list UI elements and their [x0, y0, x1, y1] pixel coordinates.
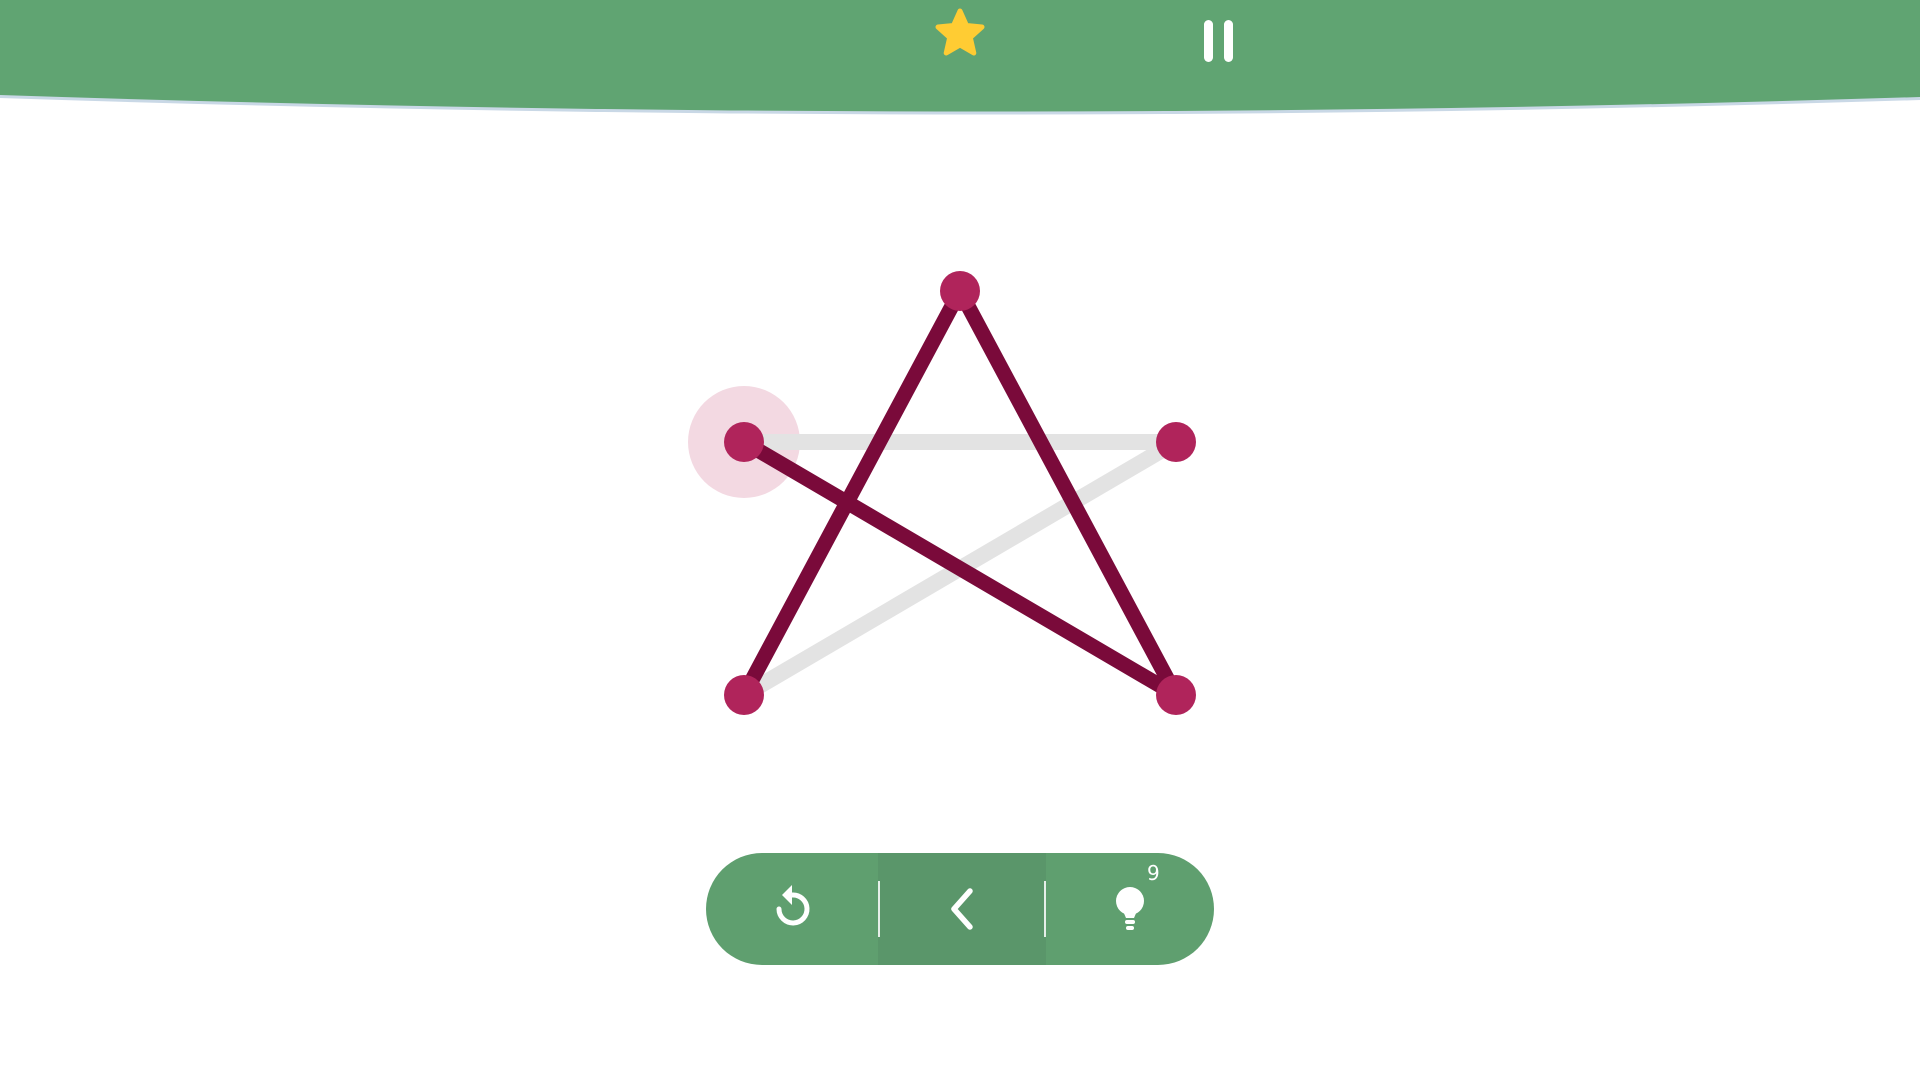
hint-button[interactable]: 9 — [1046, 853, 1214, 965]
node-upper-left[interactable] — [724, 422, 764, 462]
node-upper-right[interactable] — [1156, 422, 1196, 462]
bottom-toolbar: 9 — [706, 853, 1214, 965]
game-screen: 9 — [0, 0, 1920, 1080]
restart-button[interactable] — [706, 853, 878, 965]
node-top[interactable] — [940, 271, 980, 311]
back-arrow-icon — [951, 888, 973, 930]
hint-count-badge: 9 — [1147, 861, 1160, 885]
node-lower-left[interactable] — [724, 675, 764, 715]
node-lower-right[interactable] — [1156, 675, 1196, 715]
toolbar-divider — [878, 881, 880, 937]
lightbulb-icon — [1116, 887, 1144, 930]
undo-button[interactable] — [878, 853, 1046, 965]
restart-icon — [776, 885, 810, 926]
